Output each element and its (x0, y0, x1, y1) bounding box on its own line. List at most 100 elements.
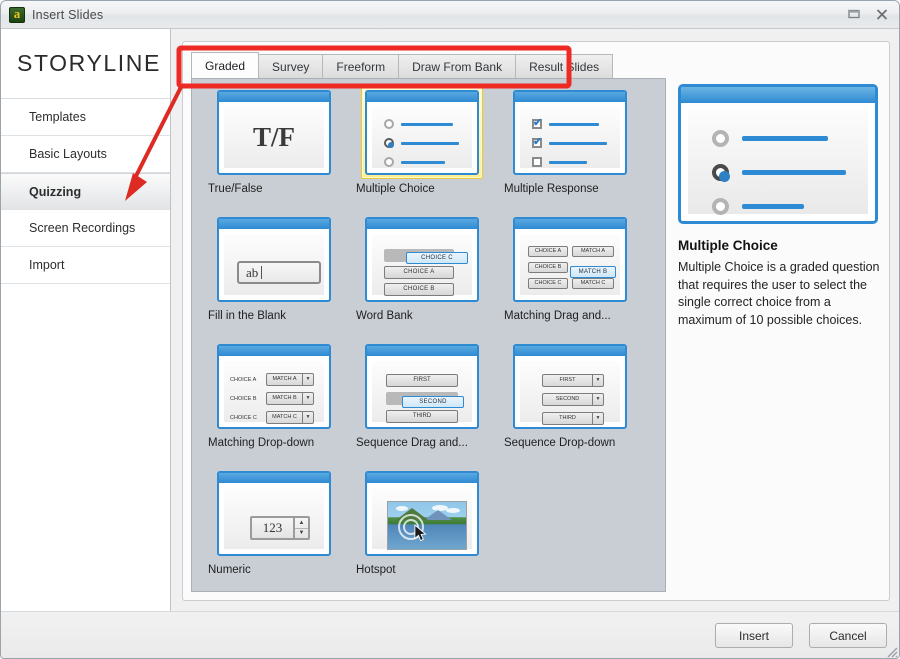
gallery-item-label: Sequence Drag and... (352, 437, 492, 449)
match-dropdown: MATCH C ▼ (266, 411, 314, 424)
resize-grip-icon[interactable] (884, 644, 898, 658)
sequence-step: FIRST (386, 374, 458, 387)
restore-icon[interactable] (841, 4, 867, 24)
sequence-dd-list: FIRST ▼ SECOND ▼ (542, 374, 604, 425)
blank-input-art: ab (237, 261, 321, 284)
choice-row (384, 138, 459, 148)
tab-survey[interactable]: Survey (258, 54, 323, 78)
slide-thumbnail: FIRST ▼ SECOND ▼ (513, 344, 627, 429)
choice-label: CHOICE A (230, 377, 266, 383)
choice-row (712, 164, 846, 181)
text-line (742, 170, 846, 175)
gallery-item-matching-drop-down[interactable]: CHOICE A MATCH A ▼ CHOICE B (200, 340, 348, 467)
sidebar-item-import[interactable]: Import (1, 247, 170, 284)
slide-titlebar (367, 346, 477, 356)
slide-titlebar (219, 219, 329, 229)
matching-dd-list: CHOICE A MATCH A ▼ CHOICE B (230, 373, 314, 429)
gallery-item-label: Sequence Drop-down (500, 437, 640, 449)
match-row: CHOICE C MATCH C (528, 278, 614, 289)
gallery-item-sequence-drag-and-drop[interactable]: FIRST THIRD SECOND (348, 340, 496, 467)
thumbnail-wrap: CHOICE A CHOICE B CHOICE C (361, 213, 483, 306)
chevron-down-icon: ▼ (302, 374, 313, 385)
gallery-item-label: Hotspot (352, 564, 492, 576)
choice-row (712, 198, 846, 215)
mouse-cursor-icon (414, 524, 430, 544)
sequence-dropdown: SECOND ▼ (542, 393, 604, 406)
thumbnail-wrap (361, 467, 483, 560)
dragging-chip: SECOND (402, 396, 464, 408)
chevron-down-icon: ▼ (592, 394, 603, 405)
title-bar: Insert Slides (1, 1, 900, 29)
sidebar-item-label: Basic Layouts (29, 147, 107, 161)
match-row: CHOICE B MATCH B ▼ (230, 392, 314, 405)
dropdown-value: MATCH C (267, 412, 302, 423)
checkbox-checked-icon (532, 119, 542, 129)
gallery-item-matching-drag-and-drop[interactable]: CHOICE A MATCH A CHOICE B MATCH (496, 213, 644, 340)
gallery-item-sequence-drop-down[interactable]: FIRST ▼ SECOND ▼ (496, 340, 644, 467)
match-row: CHOICE A MATCH A (528, 246, 614, 257)
text-line (549, 161, 587, 164)
slide-canvas: ab (223, 233, 325, 296)
chevron-down-icon: ▼ (302, 412, 313, 423)
choice-label: CHOICE B (230, 396, 266, 402)
gallery-item-multiple-response[interactable]: Multiple Response (496, 86, 644, 213)
tab-draw-from-bank[interactable]: Draw From Bank (398, 54, 516, 78)
tab-result-slides[interactable]: Result Slides (515, 54, 613, 78)
slide-canvas: CHOICE A MATCH A CHOICE B MATCH (519, 233, 621, 296)
dragging-chip: CHOICE C (406, 252, 468, 264)
chevron-down-icon: ▼ (592, 375, 603, 386)
tab-freeform[interactable]: Freeform (322, 54, 399, 78)
choice-row (532, 119, 607, 129)
slide-titlebar (219, 92, 329, 102)
text-line (401, 123, 453, 126)
gallery-item-label: True/False (204, 183, 344, 195)
thumbnail-wrap: 123 ▲ ▼ (213, 467, 335, 560)
gallery-item-label: Multiple Choice (352, 183, 492, 195)
insert-button[interactable]: Insert (715, 623, 793, 648)
gallery-item-hotspot[interactable]: Hotspot (348, 467, 496, 594)
gallery-item-multiple-choice[interactable]: Multiple Choice (348, 86, 496, 213)
choice-chip: CHOICE B (528, 262, 568, 273)
slide-canvas: FIRST ▼ SECOND ▼ (519, 360, 621, 423)
slide-titlebar (219, 346, 329, 356)
radio-selected-icon (384, 138, 394, 148)
window-title: Insert Slides (32, 8, 103, 22)
dropdown-value: SECOND (543, 394, 592, 405)
slide-thumbnail: 123 ▲ ▼ (217, 471, 331, 556)
mountain-shape (424, 510, 452, 520)
dragging-chip: MATCH B (570, 266, 616, 278)
chevron-down-icon: ▼ (295, 529, 308, 539)
match-dropdown: MATCH B ▼ (266, 392, 314, 405)
text-line (742, 204, 804, 209)
sidebar-item-basic-layouts[interactable]: Basic Layouts (1, 136, 170, 173)
sidebar-item-quizzing[interactable]: Quizzing (1, 173, 170, 210)
cancel-button[interactable]: Cancel (809, 623, 887, 648)
tab-label: Result Slides (529, 60, 599, 74)
dropdown-value: THIRD (543, 413, 592, 424)
gallery-item-label: Numeric (204, 564, 344, 576)
slide-titlebar (367, 473, 477, 483)
tab-graded[interactable]: Graded (191, 52, 259, 78)
slide-canvas: FIRST THIRD SECOND (371, 360, 473, 423)
dialog-footer: Insert Cancel (1, 611, 900, 659)
choice-row (384, 157, 459, 167)
slide-titlebar (515, 219, 625, 229)
gallery-item-fill-in-the-blank[interactable]: ab Fill in the Blank (200, 213, 348, 340)
gallery-item-label: Matching Drag and... (500, 310, 640, 322)
gallery-item-word-bank[interactable]: CHOICE A CHOICE B CHOICE C (348, 213, 496, 340)
gallery-item-numeric[interactable]: 123 ▲ ▼ Numeric (200, 467, 348, 594)
tab-label: Graded (205, 59, 245, 73)
main-content: Graded Survey Freeform Draw From Bank Re… (171, 29, 900, 611)
match-row: CHOICE C MATCH C ▼ (230, 411, 314, 424)
sidebar-item-screen-recordings[interactable]: Screen Recordings (1, 210, 170, 247)
thumbnail-wrap (509, 86, 631, 179)
storyline-app-icon (9, 7, 25, 23)
sidebar-item-label: Import (29, 258, 64, 272)
content-panel: Graded Survey Freeform Draw From Bank Re… (182, 41, 890, 601)
sidebar-item-templates[interactable]: Templates (1, 99, 170, 136)
choice-chip: CHOICE C (528, 278, 568, 289)
close-icon[interactable] (869, 4, 895, 24)
gallery-item-true-false[interactable]: T/F True/False (200, 86, 348, 213)
insert-slides-dialog: Insert Slides STORYLINE Templates (0, 0, 900, 659)
choice-list (384, 119, 459, 175)
